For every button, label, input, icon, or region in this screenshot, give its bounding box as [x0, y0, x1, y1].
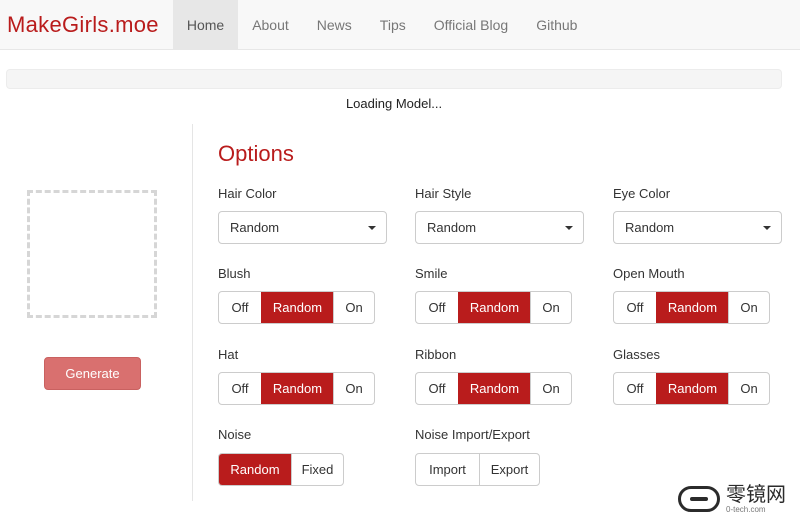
open-mouth-toggle-group: Off Random On [613, 291, 770, 324]
glasses-off-button[interactable]: Off [614, 373, 656, 404]
ribbon-on-button[interactable]: On [530, 373, 571, 404]
brand-logo[interactable]: MakeGirls.moe [0, 12, 173, 38]
generated-image-placeholder [27, 190, 157, 318]
ribbon-random-button[interactable]: Random [458, 373, 530, 404]
options-title: Options [218, 141, 294, 166]
hair-color-value: Random [230, 220, 280, 235]
noise-label: Noise [218, 427, 252, 442]
generate-button[interactable]: Generate [44, 357, 141, 390]
watermark-url: 0-tech.com [726, 505, 766, 514]
hat-label: Hat [218, 347, 239, 362]
noise-import-export-label: Noise Import/Export [415, 427, 530, 442]
caret-down-icon [565, 226, 573, 230]
blush-random-button[interactable]: Random [261, 292, 333, 323]
hair-color-select[interactable]: Random [218, 211, 387, 244]
noise-import-export-group: Import Export [415, 453, 540, 486]
blush-toggle-group: Off Random On [218, 291, 375, 324]
hair-style-label: Hair Style [415, 186, 472, 201]
eye-color-select[interactable]: Random [613, 211, 782, 244]
nav-news[interactable]: News [303, 0, 366, 50]
nav-about[interactable]: About [238, 0, 303, 50]
glasses-random-button[interactable]: Random [656, 373, 728, 404]
open-mouth-random-button[interactable]: Random [656, 292, 728, 323]
watermark-cn: 零镜网 [726, 482, 786, 506]
smile-on-button[interactable]: On [530, 292, 571, 323]
watermark: 零镜网 0-tech.com [678, 484, 786, 514]
caret-down-icon [368, 226, 376, 230]
open-mouth-on-button[interactable]: On [728, 292, 769, 323]
glasses-label: Glasses [613, 347, 660, 362]
smile-off-button[interactable]: Off [416, 292, 458, 323]
loading-progress-bar [6, 69, 782, 89]
blush-on-button[interactable]: On [333, 292, 374, 323]
watermark-logo-icon [678, 486, 720, 512]
smile-random-button[interactable]: Random [458, 292, 530, 323]
glasses-toggle-group: Off Random On [613, 372, 770, 405]
loading-status: Loading Model... [345, 96, 443, 111]
ribbon-label: Ribbon [415, 347, 457, 362]
navbar: MakeGirls.moe Home About News Tips Offic… [0, 0, 800, 50]
nav-github[interactable]: Github [522, 0, 591, 50]
noise-export-button[interactable]: Export [479, 454, 539, 485]
eye-color-label: Eye Color [613, 186, 671, 201]
nav-home[interactable]: Home [172, 0, 239, 50]
hair-color-label: Hair Color [218, 186, 277, 201]
ribbon-off-button[interactable]: Off [416, 373, 458, 404]
open-mouth-label: Open Mouth [613, 266, 685, 281]
eye-color-value: Random [625, 220, 675, 235]
smile-toggle-group: Off Random On [415, 291, 572, 324]
hat-on-button[interactable]: On [333, 373, 374, 404]
noise-import-button[interactable]: Import [416, 454, 479, 485]
hair-style-select[interactable]: Random [415, 211, 584, 244]
nav-tips[interactable]: Tips [366, 0, 420, 50]
ribbon-toggle-group: Off Random On [415, 372, 572, 405]
caret-down-icon [763, 226, 771, 230]
watermark-text: 零镜网 0-tech.com [726, 484, 786, 514]
glasses-on-button[interactable]: On [728, 373, 769, 404]
hat-off-button[interactable]: Off [219, 373, 261, 404]
open-mouth-off-button[interactable]: Off [614, 292, 656, 323]
blush-label: Blush [218, 266, 251, 281]
hat-random-button[interactable]: Random [261, 373, 333, 404]
nav-official-blog[interactable]: Official Blog [420, 0, 522, 50]
noise-fixed-button[interactable]: Fixed [291, 454, 343, 485]
noise-toggle-group: Random Fixed [218, 453, 344, 486]
smile-label: Smile [415, 266, 448, 281]
hat-toggle-group: Off Random On [218, 372, 375, 405]
column-divider [192, 124, 193, 501]
hair-style-value: Random [427, 220, 477, 235]
noise-random-button[interactable]: Random [219, 454, 291, 485]
blush-off-button[interactable]: Off [219, 292, 261, 323]
